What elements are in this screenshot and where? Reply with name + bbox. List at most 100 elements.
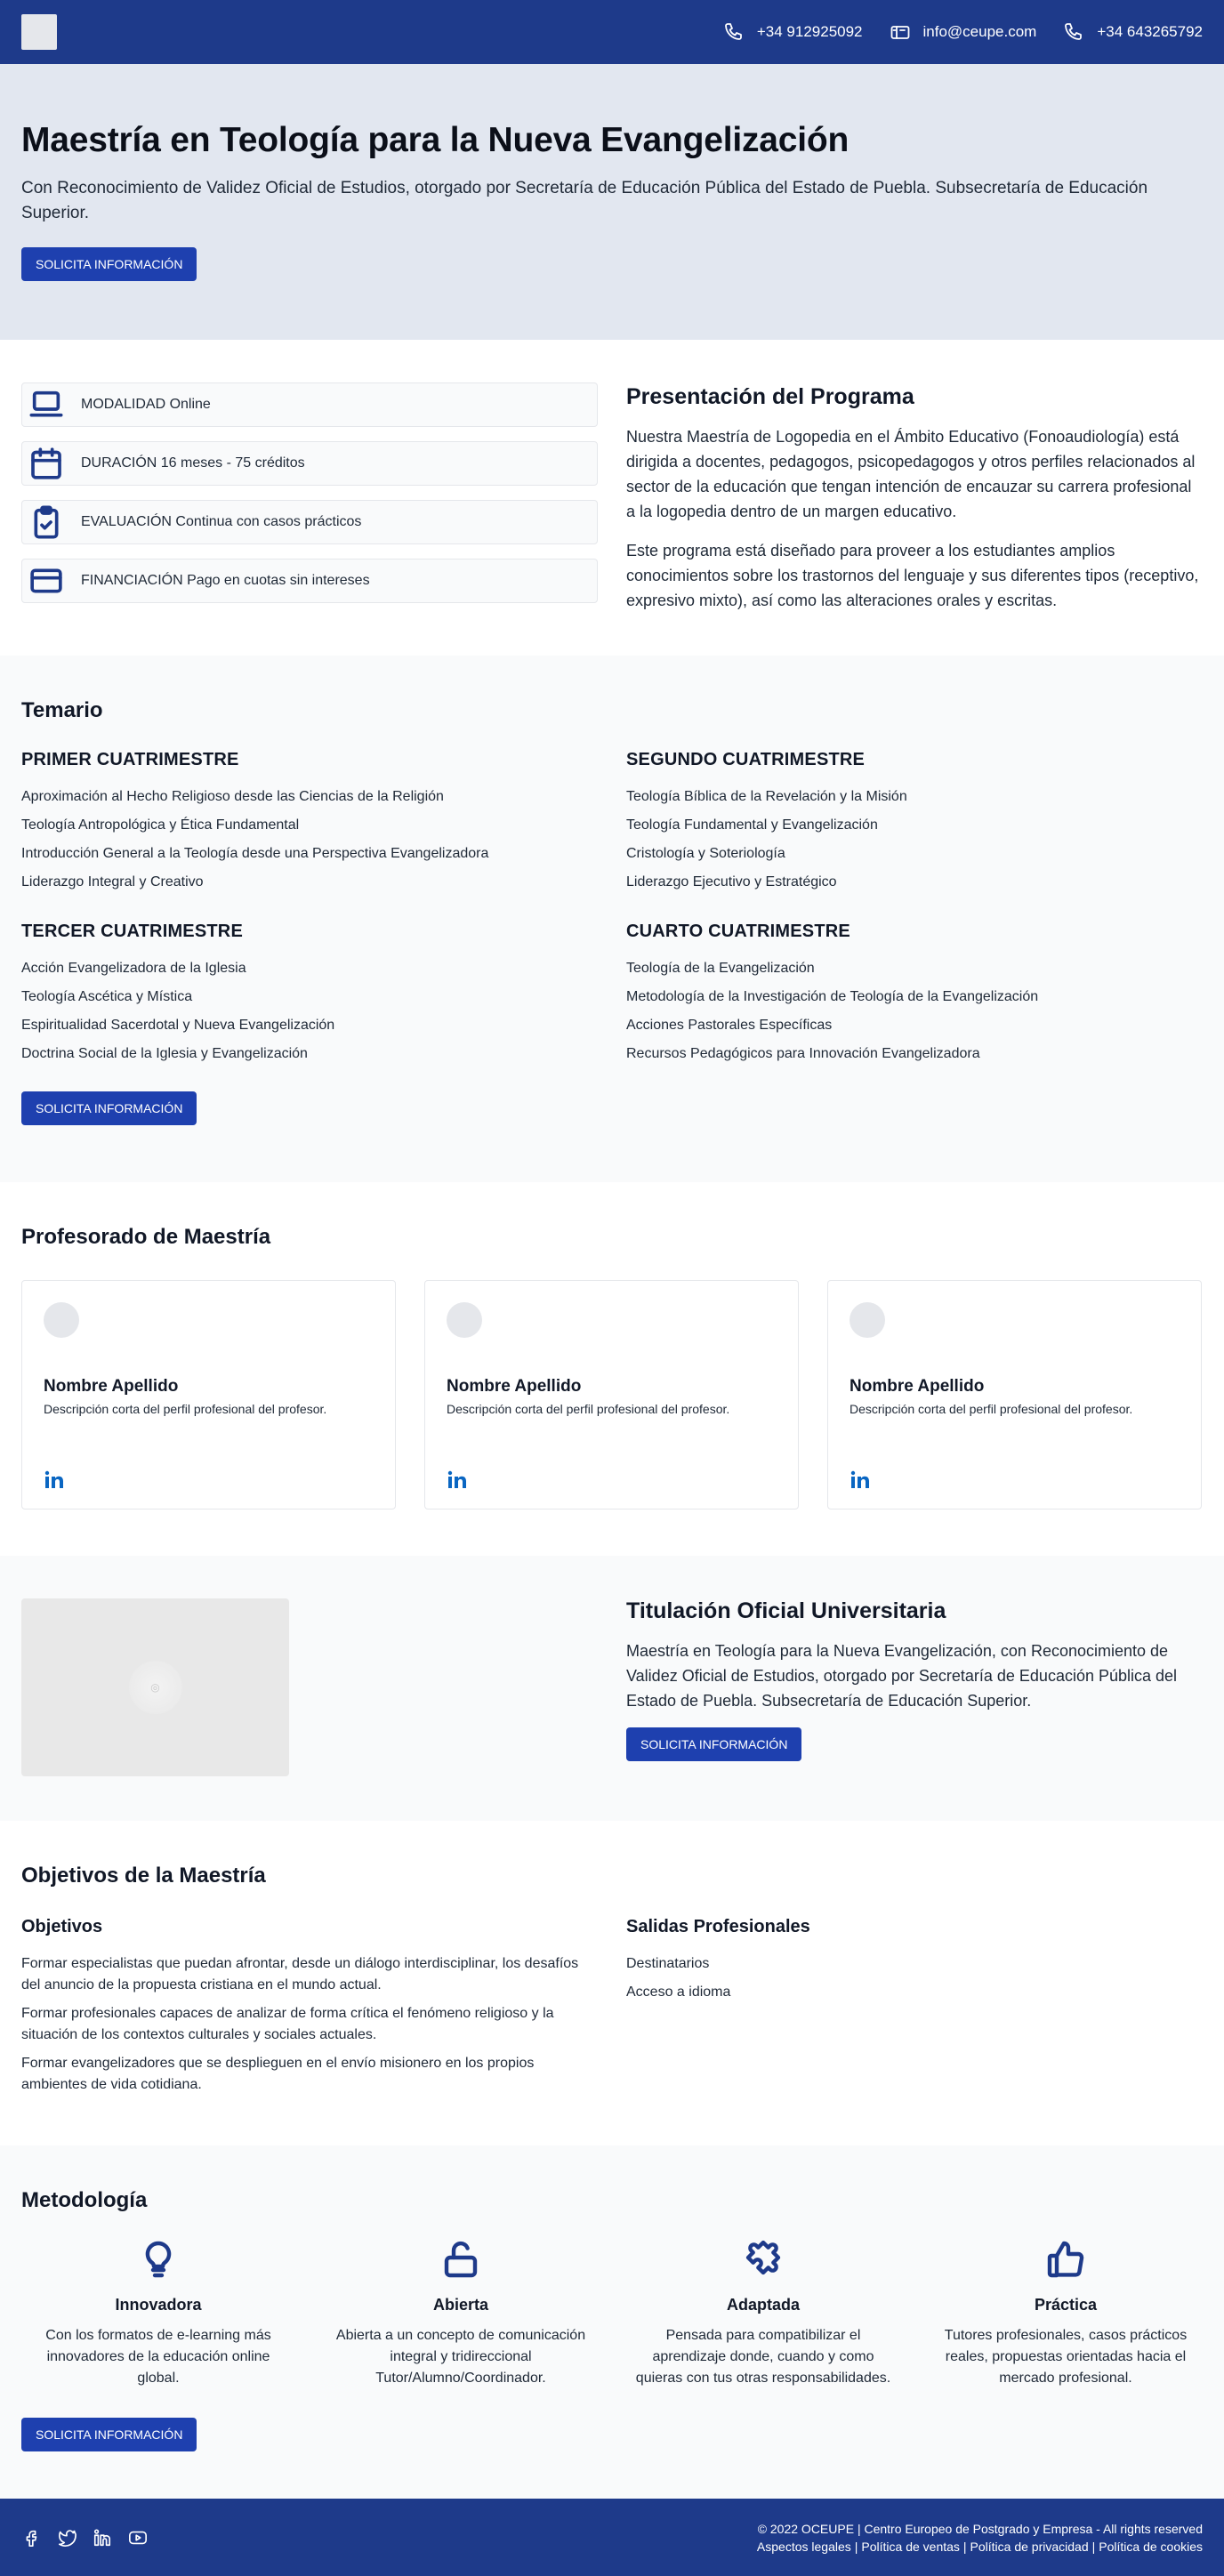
methodology-cta-button[interactable]: SOLICITA INFORMACIÓN xyxy=(21,2418,197,2451)
faculty-grid: Nombre Apellido Descripción corta del pe… xyxy=(21,1280,1203,1509)
course-item: Teología Ascética y Mística xyxy=(21,989,193,1004)
methodology-item-title: Práctica xyxy=(1034,2296,1098,2314)
syllabus-cta-button[interactable]: SOLICITA INFORMACIÓN xyxy=(21,1091,197,1125)
presentation-paragraph-1: Nuestra Maestría de Logopedia en el Ámbi… xyxy=(626,428,1196,520)
faculty-name: Nombre Apellido xyxy=(447,1377,582,1396)
email-contact[interactable]: info@ceupe.com xyxy=(890,21,1037,43)
legal-link-cookies[interactable]: Política de cookies xyxy=(1099,2540,1203,2554)
phone-1-text: +34 912925092 xyxy=(756,23,863,40)
objectives-column: Objetivos Formar especialistas que pueda… xyxy=(21,1917,626,2103)
career-column: Salidas Profesionales Destinatarios Acce… xyxy=(626,1917,1203,2103)
info-card-label: FINANCIACIÓN Pago en cuotas sin interese… xyxy=(81,573,370,588)
legal-link-ventas[interactable]: Política de ventas xyxy=(861,2540,960,2554)
info-card-modalidad: MODALIDAD Online xyxy=(21,382,598,427)
info-card-label: MODALIDAD Online xyxy=(81,397,211,412)
program-presentation: Presentación del Programa Nuestra Maestr… xyxy=(626,382,1203,656)
puzzle-icon xyxy=(745,2240,781,2275)
course-item: Teología Fundamental y Evangelización xyxy=(626,817,878,833)
methodology-item-title: Adaptada xyxy=(726,2296,800,2314)
hero-section: Maestría en Teología para la Nueva Evang… xyxy=(0,64,1224,340)
hero-cta-button[interactable]: SOLICITA INFORMACIÓN xyxy=(21,247,197,281)
faculty-description: Descripción corta del perfil profesional… xyxy=(44,1402,327,1416)
career-item: Destinatarios xyxy=(626,1956,710,1971)
syllabus-title: Temario xyxy=(21,698,103,722)
hero-subtitle: Con Reconocimiento de Validez Oficial de… xyxy=(21,179,1148,222)
info-card-evaluacion: EVALUACIÓN Continua con casos prácticos xyxy=(21,500,598,544)
degree-image-placeholder: ◎ xyxy=(21,1598,289,1776)
lock-open-icon xyxy=(444,2241,478,2278)
methodology-item-text: Abierta a un concepto de comunicación in… xyxy=(335,2328,586,2386)
course-item: Liderazgo Integral y Creativo xyxy=(21,874,204,890)
footer-separator: | xyxy=(1091,2539,1096,2554)
info-card-label: EVALUACIÓN Continua con casos prácticos xyxy=(81,514,362,529)
info-cards: MODALIDAD Online DURACIÓN 16 meses - 75 … xyxy=(21,382,598,656)
faculty-name: Nombre Apellido xyxy=(850,1377,985,1396)
course-item: Doctrina Social de la Iglesia y Evangeli… xyxy=(21,1046,308,1061)
objectives-section: Objetivos de la Maestría Objetivos Forma… xyxy=(0,1821,1224,2145)
avatar xyxy=(44,1302,79,1338)
semester-grid: PRIMER CUATRIMESTRE Aproximación al Hech… xyxy=(21,750,1203,1068)
semester-title: CUARTO CUATRIMESTRE xyxy=(626,922,850,941)
site-logo[interactable] xyxy=(21,14,57,50)
laptop-icon xyxy=(29,390,63,417)
degree-image-wrap: ◎ xyxy=(21,1598,626,1821)
youtube-icon[interactable] xyxy=(128,2528,148,2548)
course-item: Teología de la Evangelización xyxy=(626,961,815,976)
info-card-duracion: DURACIÓN 16 meses - 75 créditos xyxy=(21,441,598,486)
linkedin-icon[interactable] xyxy=(850,1469,871,1491)
objectives-grid: Objetivos Formar especialistas que pueda… xyxy=(21,1917,1203,2103)
degree-cta-button[interactable]: SOLICITA INFORMACIÓN xyxy=(626,1727,802,1761)
career-item: Acceso a idioma xyxy=(626,1984,731,2000)
methodology-item-title: Abierta xyxy=(432,2296,488,2314)
course-item: Aproximación al Hecho Religioso desde la… xyxy=(21,789,444,804)
avatar xyxy=(850,1302,885,1338)
semester-1: PRIMER CUATRIMESTRE Aproximación al Hech… xyxy=(21,750,626,897)
course-item: Acción Evangelizadora de la Iglesia xyxy=(21,961,246,976)
degree-section: ◎ Titulación Oficial Universitaria Maest… xyxy=(0,1556,1224,1821)
site-footer: © 2022 OCEUPE | Centro Europeo de Postgr… xyxy=(0,2499,1224,2576)
semester-2: SEGUNDO CUATRIMESTRE Teología Bíblica de… xyxy=(626,750,1203,897)
objectives-subtitle: Objetivos xyxy=(21,1917,103,1936)
methodology-item-text: Con los formatos de e-learning más innov… xyxy=(45,2328,271,2386)
faculty-card: Nombre Apellido Descripción corta del pe… xyxy=(827,1280,1202,1509)
legal-link-privacidad[interactable]: Política de privacidad xyxy=(970,2540,1089,2554)
course-item: Teología Bíblica de la Revelación y la M… xyxy=(626,789,907,804)
degree-text: Maestría en Teología para la Nueva Evang… xyxy=(626,1642,1178,1710)
phone-2-text: +34 643265792 xyxy=(1097,23,1203,40)
methodology-item-text: Pensada para compatibilizar el aprendiza… xyxy=(635,2328,891,2386)
course-item: Teología Antropológica y Ética Fundament… xyxy=(21,817,300,833)
email-text: info@ceupe.com xyxy=(922,23,1037,40)
faculty-card: Nombre Apellido Descripción corta del pe… xyxy=(424,1280,799,1509)
facebook-icon[interactable] xyxy=(21,2528,41,2548)
footer-separator: | xyxy=(854,2539,858,2554)
phone-contact-1[interactable]: +34 912925092 xyxy=(723,21,863,43)
methodology-item-adaptada: Adaptada Pensada para compatibilizar el … xyxy=(626,2238,900,2389)
linkedin-icon[interactable] xyxy=(93,2528,112,2548)
methodology-section: Metodología Innovadora Con los formatos … xyxy=(0,2145,1224,2499)
info-card-financiacion: FINANCIACIÓN Pago en cuotas sin interese… xyxy=(21,559,598,603)
phone-contact-2[interactable]: +34 643265792 xyxy=(1063,21,1203,43)
objective-item: Formar especialistas que puedan afrontar… xyxy=(21,1956,579,1992)
twitter-icon[interactable] xyxy=(57,2528,76,2548)
footer-text: © 2022 OCEUPE | Centro Europeo de Postgr… xyxy=(757,2520,1203,2556)
linkedin-icon[interactable] xyxy=(447,1469,468,1491)
faculty-card: Nombre Apellido Descripción corta del pe… xyxy=(21,1280,396,1509)
objective-item: Formar evangelizadores que se despliegue… xyxy=(21,2056,535,2092)
thumbs-up-icon xyxy=(1047,2241,1084,2278)
info-card-label: DURACIÓN 16 meses - 75 créditos xyxy=(81,455,305,471)
calendar-icon xyxy=(31,447,61,479)
mailbox-icon xyxy=(890,26,909,39)
program-info-section: MODALIDAD Online DURACIÓN 16 meses - 75 … xyxy=(0,340,1224,656)
faculty-title: Profesorado de Maestría xyxy=(21,1225,271,1249)
methodology-grid: Innovadora Con los formatos de e-learnin… xyxy=(21,2238,1203,2389)
methodology-item-innovadora: Innovadora Con los formatos de e-learnin… xyxy=(21,2238,295,2389)
faculty-description: Descripción corta del perfil profesional… xyxy=(447,1402,730,1416)
legal-link-aspectos[interactable]: Aspectos legales xyxy=(757,2540,851,2554)
course-item: Acciones Pastorales Específicas xyxy=(626,1018,833,1033)
methodology-item-abierta: Abierta Abierta a un concepto de comunic… xyxy=(324,2238,598,2389)
image-placeholder-icon: ◎ xyxy=(128,1661,182,1714)
linkedin-icon[interactable] xyxy=(44,1469,65,1491)
career-subtitle: Salidas Profesionales xyxy=(626,1917,810,1936)
objective-item: Formar profesionales capaces de analizar… xyxy=(21,2006,554,2042)
phone-icon xyxy=(724,23,742,40)
